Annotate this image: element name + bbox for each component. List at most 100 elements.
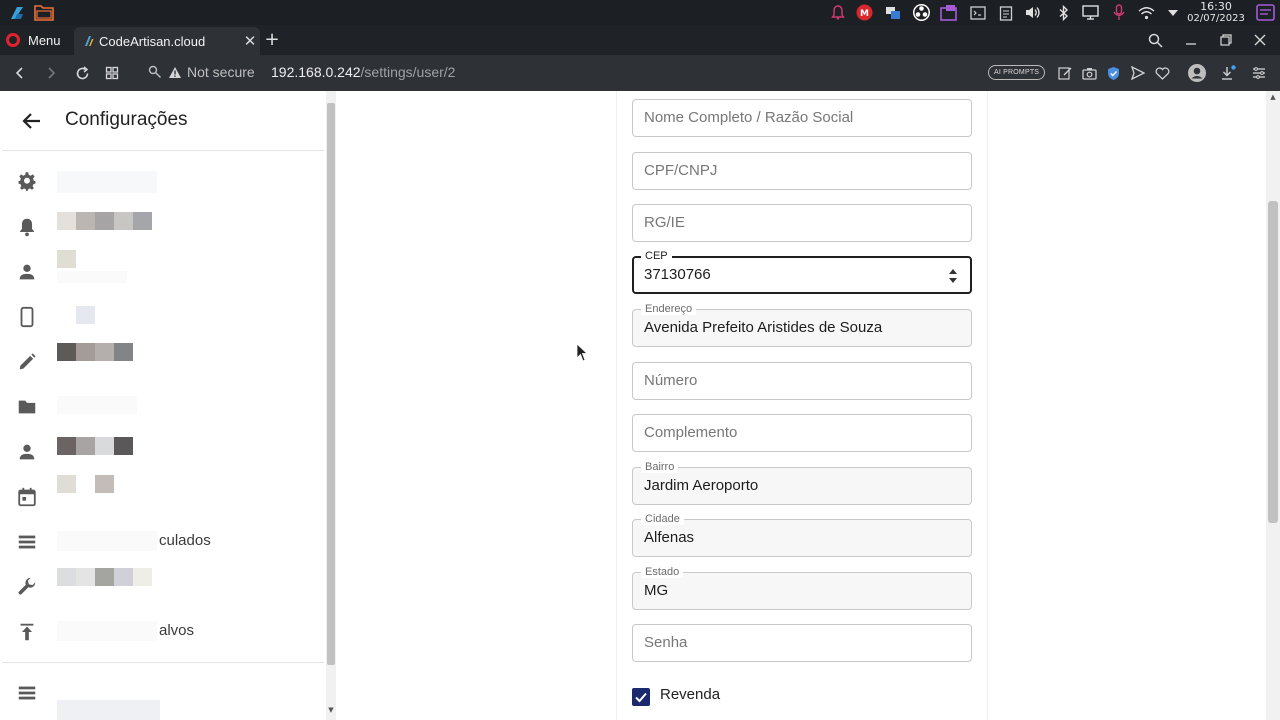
- terminal-icon[interactable]: [969, 4, 986, 21]
- url-host: 192.168.0.242: [271, 64, 361, 80]
- cidade-value: Alfenas: [644, 529, 695, 546]
- profile-avatar-icon[interactable]: [1187, 63, 1207, 83]
- security-indicator[interactable]: Not secure: [148, 64, 255, 80]
- snapshot-edit-icon[interactable]: [1056, 64, 1074, 82]
- cpf-cnpj-field[interactable]: CPF/CNPJ: [632, 152, 972, 190]
- numero-field[interactable]: Número: [632, 362, 972, 400]
- bairro-field[interactable]: Bairro Jardim Aeroporto: [632, 461, 972, 505]
- codeartisan-favicon-icon: [85, 36, 94, 46]
- folder-icon[interactable]: [16, 396, 38, 418]
- camera-icon[interactable]: [1080, 64, 1098, 82]
- site-key-icon: [148, 65, 161, 78]
- tab-codeartisan[interactable]: CodeArtisan.cloud ✕: [74, 27, 260, 55]
- wifi-icon[interactable]: [1138, 4, 1155, 21]
- notification-bell-icon[interactable]: [829, 4, 846, 21]
- opera-logo-icon: [6, 33, 20, 47]
- sidebar-label-pixelated[interactable]: [57, 212, 152, 230]
- not-secure-label: Not secure: [187, 64, 255, 80]
- list-bottom-icon[interactable]: [16, 682, 38, 704]
- gear-icon[interactable]: [16, 171, 38, 193]
- number-stepper-icon[interactable]: [948, 267, 958, 285]
- estado-field[interactable]: Estado MG: [632, 566, 972, 610]
- tab-grid-icon[interactable]: [101, 62, 123, 84]
- obs-icon[interactable]: [912, 3, 931, 22]
- restore-icon[interactable]: [1214, 29, 1238, 51]
- microphone-icon[interactable]: [1110, 4, 1127, 21]
- complemento-field[interactable]: Complemento: [632, 414, 972, 452]
- sidebar-label-fragment[interactable]: culados: [159, 532, 211, 549]
- ai-prompts-button[interactable]: AI PROMPTS: [988, 65, 1046, 80]
- calendar-icon[interactable]: [16, 486, 38, 508]
- mega-icon[interactable]: M: [856, 4, 873, 21]
- volume-icon[interactable]: [1024, 4, 1041, 21]
- sidebar-label-pixelated[interactable]: [57, 437, 133, 455]
- close-tab-icon[interactable]: ✕: [240, 32, 260, 50]
- smartphone-icon[interactable]: [16, 306, 38, 328]
- sidebar-label-pixelated[interactable]: [57, 475, 114, 493]
- back-icon[interactable]: [9, 62, 31, 84]
- senha-field[interactable]: Senha: [632, 624, 972, 662]
- sidebar-label-blurred[interactable]: [57, 700, 160, 720]
- numero-placeholder: Número: [644, 372, 698, 389]
- person-alt-icon[interactable]: [16, 441, 38, 463]
- send-icon[interactable]: [1129, 64, 1147, 82]
- clipboard-icon[interactable]: [997, 4, 1014, 21]
- page-scrollbar[interactable]: ▲: [1266, 91, 1280, 720]
- back-arrow-icon[interactable]: [20, 109, 44, 133]
- endereco-value: Avenida Prefeito Aristides de Souza: [644, 319, 883, 336]
- bluetooth-icon[interactable]: [1055, 4, 1072, 21]
- person-icon[interactable]: [16, 261, 38, 283]
- show-desktop-icon[interactable]: [1256, 4, 1275, 21]
- sidebar-label-blurred[interactable]: [57, 171, 157, 193]
- warning-icon: [169, 66, 181, 78]
- reload-icon[interactable]: [71, 62, 93, 84]
- rg-ie-field[interactable]: RG/IE: [632, 204, 972, 242]
- endereco-field[interactable]: Endereço Avenida Prefeito Aristides de S…: [632, 303, 972, 347]
- vpn-shield-icon[interactable]: [1104, 64, 1122, 82]
- bairro-value: Jardim Aeroporto: [644, 477, 759, 494]
- bell-icon[interactable]: [16, 216, 38, 238]
- tab-title: CodeArtisan.cloud: [99, 33, 206, 49]
- cidade-field[interactable]: Cidade Alfenas: [632, 513, 972, 557]
- list-icon[interactable]: [16, 531, 38, 553]
- sidebar-label-fragment[interactable]: alvos: [159, 622, 194, 639]
- upload-icon[interactable]: [16, 621, 38, 643]
- system-clock[interactable]: 16:30 02/07/2023: [1186, 1, 1246, 25]
- file-manager-icon[interactable]: [34, 4, 54, 21]
- scroll-up-arrow-icon[interactable]: ▲: [1269, 93, 1277, 101]
- scroll-down-arrow-icon[interactable]: ▼: [327, 705, 335, 715]
- sidebar-label-blurred: [57, 271, 127, 283]
- browser-menu-button[interactable]: Menu: [6, 29, 61, 51]
- easy-setup-icon[interactable]: [1250, 64, 1268, 82]
- revenda-checkbox[interactable]: [632, 688, 650, 706]
- minimize-icon[interactable]: [1179, 29, 1203, 51]
- endereco-label: Endereço: [641, 303, 697, 315]
- rg-placeholder: RG/IE: [644, 214, 685, 231]
- nome-completo-field[interactable]: Nome Completo / Razão Social: [632, 99, 972, 137]
- pencil-icon[interactable]: [16, 351, 38, 373]
- sidebar-scrollbar-thumb[interactable]: [327, 103, 335, 665]
- downloads-icon[interactable]: [1219, 64, 1237, 82]
- sidebar-scrollbar[interactable]: ▼: [326, 91, 336, 720]
- screenshot-icon[interactable]: [940, 4, 957, 21]
- cep-field[interactable]: CEP 37130766: [632, 250, 972, 294]
- forward-icon[interactable]: [40, 62, 62, 84]
- page-scrollbar-thumb[interactable]: [1268, 201, 1278, 523]
- sidebar-label-pixelated[interactable]: [76, 306, 95, 324]
- display-icon[interactable]: [1082, 4, 1099, 21]
- sidebar-label-pixelated[interactable]: [57, 250, 76, 268]
- sidebar-label-pixelated[interactable]: [57, 568, 152, 586]
- app-launcher-icon[interactable]: [8, 4, 25, 21]
- url-field[interactable]: 192.168.0.242/settings/user/2: [271, 64, 455, 80]
- sidebar-label-blurred[interactable]: [57, 396, 137, 414]
- close-window-icon[interactable]: [1248, 29, 1272, 51]
- form-card-edge: [616, 91, 617, 720]
- browser-search-icon[interactable]: [1143, 29, 1167, 51]
- screen-share-icon[interactable]: [884, 4, 901, 21]
- heart-icon[interactable]: [1153, 64, 1171, 82]
- revenda-label[interactable]: Revenda: [660, 686, 720, 703]
- sidebar-label-pixelated[interactable]: [57, 343, 133, 361]
- tray-arrow-icon[interactable]: [1164, 4, 1181, 21]
- wrench-icon[interactable]: [16, 576, 38, 598]
- new-tab-button[interactable]: +: [262, 29, 282, 51]
